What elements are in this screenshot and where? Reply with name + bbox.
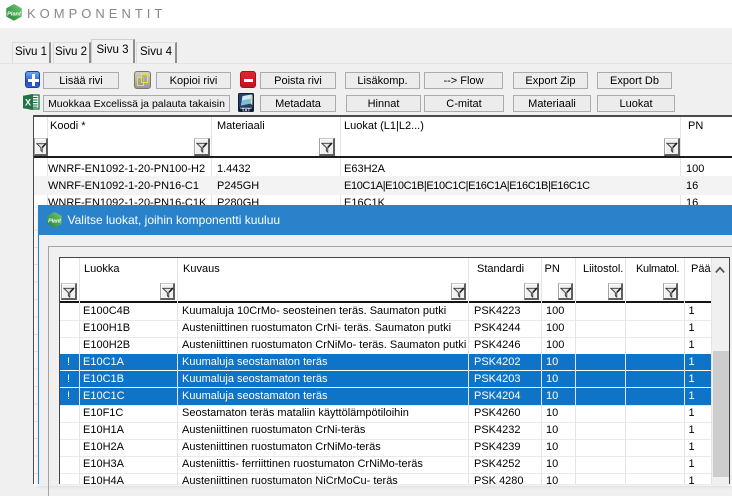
svg-text:X: X — [25, 98, 31, 108]
svg-text:TXT: TXT — [242, 107, 251, 112]
svg-text:Plant: Plant — [48, 218, 61, 224]
svg-text:Plant: Plant — [7, 11, 22, 17]
